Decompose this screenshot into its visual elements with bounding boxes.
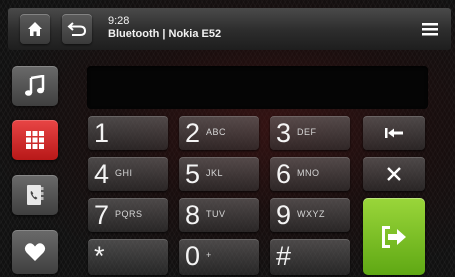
key-digit: 8 bbox=[185, 200, 201, 230]
key-letters: WXYZ bbox=[297, 209, 325, 219]
sidebar-item-favorites[interactable] bbox=[12, 230, 58, 274]
key-digit: 1 bbox=[94, 118, 110, 148]
call-button[interactable] bbox=[363, 198, 425, 275]
key-letters: MNO bbox=[297, 168, 320, 178]
key-7[interactable]: 7 PQRS bbox=[88, 198, 168, 232]
key-digit: 6 bbox=[276, 159, 292, 189]
key-letters: JKL bbox=[206, 168, 224, 178]
key-letters: + bbox=[206, 250, 212, 260]
key-4[interactable]: 4 GHI bbox=[88, 157, 168, 191]
key-star[interactable]: * bbox=[88, 239, 168, 275]
number-display bbox=[87, 66, 428, 109]
key-6[interactable]: 6 MNO bbox=[270, 157, 350, 191]
backspace-icon bbox=[385, 128, 403, 138]
heart-icon bbox=[24, 243, 46, 261]
key-digit: 5 bbox=[185, 159, 201, 189]
key-letters: GHI bbox=[115, 168, 133, 178]
key-5[interactable]: 5 JKL bbox=[179, 157, 259, 191]
key-2[interactable]: 2 ABC bbox=[179, 116, 259, 150]
key-letters: ABC bbox=[206, 127, 227, 137]
home-button[interactable] bbox=[20, 14, 50, 44]
sidebar-item-music[interactable] bbox=[12, 66, 58, 106]
clear-button[interactable] bbox=[363, 157, 425, 191]
menu-icon bbox=[422, 23, 438, 36]
sidebar-item-contacts[interactable] bbox=[12, 175, 58, 215]
back-arrow-icon bbox=[67, 22, 87, 36]
key-digit: 9 bbox=[276, 200, 292, 230]
key-0[interactable]: 0 + bbox=[179, 239, 259, 275]
key-3[interactable]: 3 DEF bbox=[270, 116, 350, 150]
status-connection: Bluetooth | Nokia E52 bbox=[108, 28, 222, 40]
back-button[interactable] bbox=[62, 14, 92, 44]
key-1[interactable]: 1 bbox=[88, 116, 168, 150]
key-letters: DEF bbox=[297, 127, 317, 137]
call-icon bbox=[382, 225, 406, 248]
backspace-button[interactable] bbox=[363, 116, 425, 150]
key-digit: 7 bbox=[94, 200, 110, 230]
key-digit: 4 bbox=[94, 159, 110, 189]
key-digit: 0 bbox=[185, 241, 201, 271]
menu-button[interactable] bbox=[415, 14, 445, 44]
key-hash[interactable]: # bbox=[270, 239, 350, 275]
home-icon bbox=[28, 22, 42, 36]
key-letters: TUV bbox=[206, 209, 226, 219]
key-9[interactable]: 9 WXYZ bbox=[270, 198, 350, 232]
status-time: 9:28 bbox=[108, 15, 130, 27]
music-note-icon bbox=[25, 75, 45, 96]
top-bar: 9:28 Bluetooth | Nokia E52 bbox=[8, 8, 451, 50]
key-8[interactable]: 8 TUV bbox=[179, 198, 259, 232]
status-info: 9:28 Bluetooth | Nokia E52 bbox=[108, 15, 221, 41]
key-digit: # bbox=[276, 241, 292, 271]
key-digit: 3 bbox=[276, 118, 292, 148]
keypad-grid-icon bbox=[26, 131, 44, 149]
sidebar-item-keypad[interactable] bbox=[12, 120, 58, 160]
clear-x-icon bbox=[387, 167, 401, 181]
phone-screen: 9:28 Bluetooth | Nokia E52 1 2 ABC 3 DEF… bbox=[0, 0, 455, 277]
contacts-book-icon bbox=[27, 185, 44, 205]
key-digit: 2 bbox=[185, 118, 201, 148]
key-letters: PQRS bbox=[115, 209, 143, 219]
key-digit: * bbox=[94, 241, 105, 271]
